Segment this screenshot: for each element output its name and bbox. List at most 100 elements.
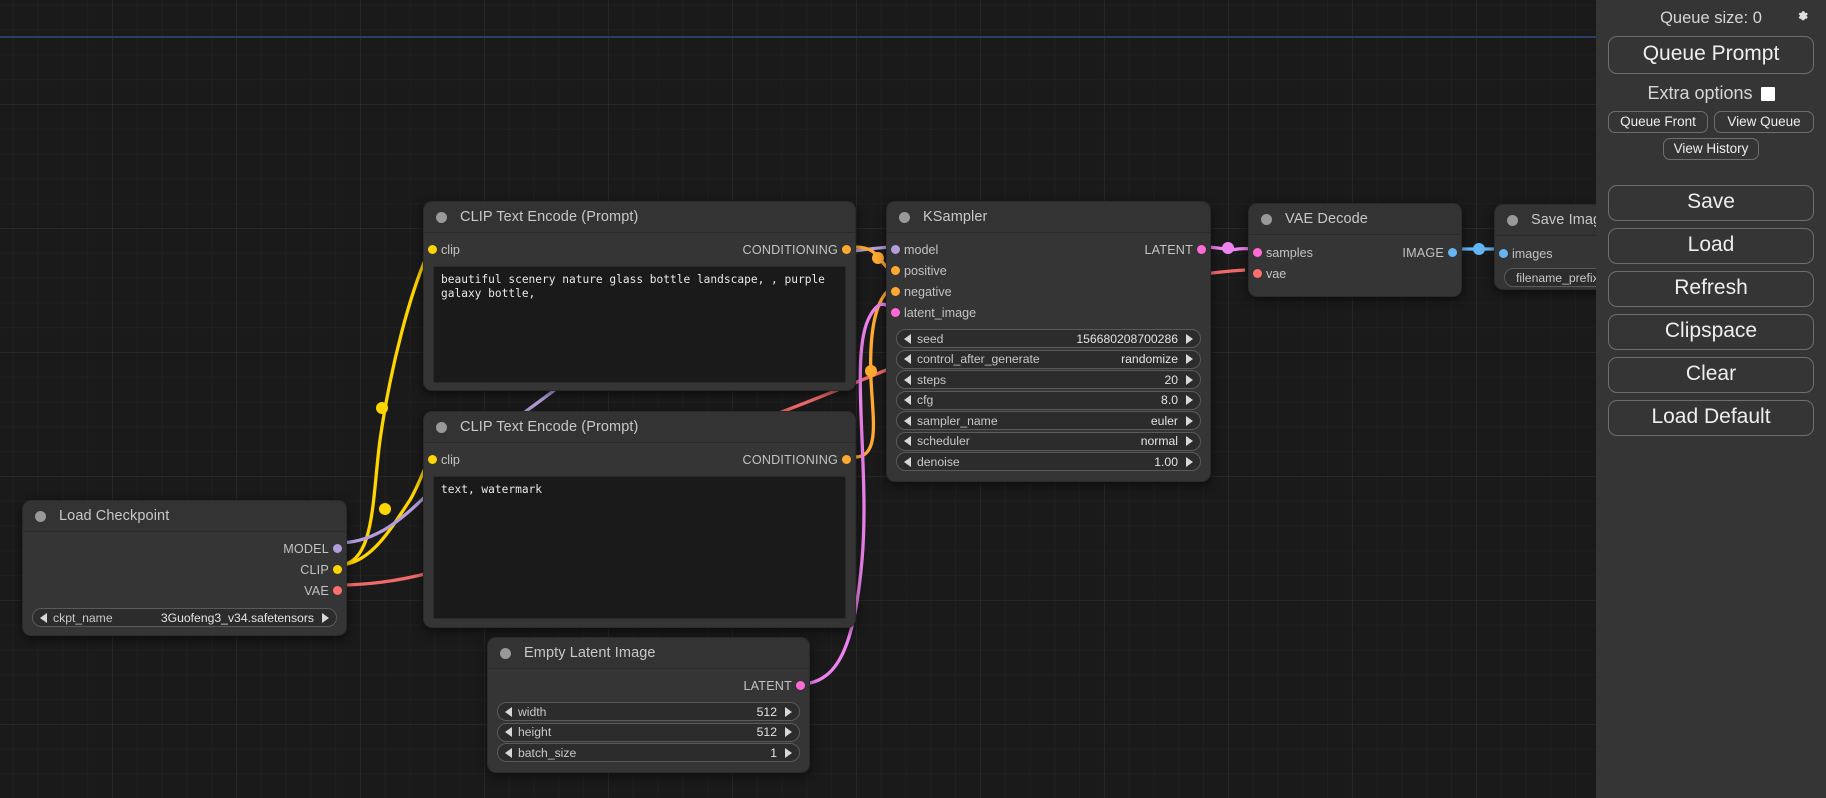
node-titlebar[interactable]: CLIP Text Encode (Prompt)	[424, 202, 855, 233]
increment-arrow-icon[interactable]	[785, 707, 792, 717]
conditioning-port-dot[interactable]	[891, 287, 900, 296]
gear-icon[interactable]	[1794, 8, 1812, 26]
conditioning-port-dot[interactable]	[842, 245, 851, 254]
node-vae-decode[interactable]: VAE Decode samples IMAGE vae	[1248, 203, 1462, 297]
image-port-dot[interactable]	[1499, 249, 1508, 258]
decrement-arrow-icon[interactable]	[40, 613, 47, 623]
increment-arrow-icon[interactable]	[1186, 416, 1193, 426]
node-clip-text-encode-positive[interactable]: CLIP Text Encode (Prompt) clip CONDITION…	[423, 201, 856, 391]
view-history-button[interactable]: View History	[1663, 138, 1760, 160]
decrement-arrow-icon[interactable]	[505, 748, 512, 758]
decrement-arrow-icon[interactable]	[505, 707, 512, 717]
output-slot-clip[interactable]: CLIP	[23, 559, 346, 580]
node-ksampler[interactable]: KSampler model LATENT positive negative	[886, 201, 1211, 482]
decrement-arrow-icon[interactable]	[904, 395, 911, 405]
image-port-dot[interactable]	[1448, 248, 1457, 257]
widget-cfg[interactable]: cfg 8.0	[896, 391, 1201, 410]
node-titlebar[interactable]: Load Checkpoint	[23, 501, 346, 532]
latent-port-dot[interactable]	[796, 681, 805, 690]
refresh-button[interactable]: Refresh	[1608, 271, 1814, 307]
queue-prompt-button[interactable]: Queue Prompt	[1608, 36, 1814, 74]
clear-button[interactable]: Clear	[1608, 357, 1814, 393]
increment-arrow-icon[interactable]	[1186, 395, 1193, 405]
latent-port-dot[interactable]	[1197, 245, 1206, 254]
model-port-dot[interactable]	[891, 245, 900, 254]
widget-batch-size[interactable]: batch_size 1	[497, 743, 800, 762]
clip-port-dot[interactable]	[428, 455, 437, 464]
node-load-checkpoint[interactable]: Load Checkpoint MODEL CLIP VAE ckpt_nam	[22, 500, 347, 636]
prompt-textarea[interactable]: text, watermark	[433, 476, 846, 619]
decrement-arrow-icon[interactable]	[904, 354, 911, 364]
widget-filename-prefix[interactable]: filename_prefix	[1504, 268, 1596, 287]
increment-arrow-icon[interactable]	[785, 748, 792, 758]
widget-ckpt-name[interactable]: ckpt_name 3Guofeng3_v34.safetensors	[32, 608, 337, 627]
input-slot-vae[interactable]: vae	[1249, 263, 1461, 284]
vae-port-dot[interactable]	[1253, 269, 1262, 278]
widget-value[interactable]: 8.0	[1161, 393, 1178, 407]
widget-value[interactable]: 512	[757, 705, 777, 719]
decrement-arrow-icon[interactable]	[904, 375, 911, 385]
node-titlebar[interactable]: VAE Decode	[1249, 204, 1461, 235]
widget-value[interactable]: 156680208700286	[1076, 332, 1178, 346]
widget-value[interactable]: 1.00	[1154, 455, 1178, 469]
output-slot-vae[interactable]: VAE	[23, 580, 346, 601]
vae-port-dot[interactable]	[333, 586, 342, 595]
widget-scheduler[interactable]: scheduler normal	[896, 432, 1201, 451]
widget-seed[interactable]: seed 156680208700286	[896, 329, 1201, 348]
widget-control-after-generate[interactable]: control_after_generate randomize	[896, 350, 1201, 369]
output-slot-latent[interactable]: LATENT	[488, 675, 809, 696]
save-button[interactable]: Save	[1608, 185, 1814, 221]
conditioning-port-dot[interactable]	[842, 455, 851, 464]
queue-front-button[interactable]: Queue Front	[1608, 111, 1708, 133]
decrement-arrow-icon[interactable]	[904, 416, 911, 426]
decrement-arrow-icon[interactable]	[904, 436, 911, 446]
conditioning-port-dot[interactable]	[891, 266, 900, 275]
increment-arrow-icon[interactable]	[1186, 334, 1193, 344]
input-slot-negative[interactable]: negative	[887, 281, 1210, 302]
widget-value[interactable]: randomize	[1121, 352, 1178, 366]
graph-canvas[interactable]: Load Checkpoint MODEL CLIP VAE ckpt_nam	[0, 0, 1596, 798]
input-slot-positive[interactable]: positive	[887, 260, 1210, 281]
widget-value[interactable]: 512	[757, 725, 777, 739]
widget-height[interactable]: height 512	[497, 723, 800, 742]
input-slot-latent-image[interactable]: latent_image	[887, 302, 1210, 323]
load-button[interactable]: Load	[1608, 228, 1814, 264]
widget-width[interactable]: width 512	[497, 702, 800, 721]
increment-arrow-icon[interactable]	[1186, 354, 1193, 364]
latent-port-dot[interactable]	[1253, 248, 1262, 257]
widget-value[interactable]: 1	[770, 746, 777, 760]
node-collapse-dot[interactable]	[1261, 214, 1272, 225]
increment-arrow-icon[interactable]	[1186, 436, 1193, 446]
widget-value[interactable]: 20	[1164, 373, 1178, 387]
widget-value[interactable]: 3Guofeng3_v34.safetensors	[161, 611, 314, 625]
node-empty-latent-image[interactable]: Empty Latent Image LATENT width 512 heig…	[487, 637, 810, 773]
widget-denoise[interactable]: denoise 1.00	[896, 452, 1201, 471]
node-collapse-dot[interactable]	[500, 648, 511, 659]
widget-sampler-name[interactable]: sampler_name euler	[896, 411, 1201, 430]
view-queue-button[interactable]: View Queue	[1714, 111, 1814, 133]
widget-steps[interactable]: steps 20	[896, 370, 1201, 389]
increment-arrow-icon[interactable]	[785, 727, 792, 737]
node-collapse-dot[interactable]	[436, 212, 447, 223]
increment-arrow-icon[interactable]	[1186, 375, 1193, 385]
clip-port-dot[interactable]	[428, 245, 437, 254]
node-titlebar[interactable]: CLIP Text Encode (Prompt)	[424, 412, 855, 443]
increment-arrow-icon[interactable]	[322, 613, 329, 623]
increment-arrow-icon[interactable]	[1186, 457, 1193, 467]
clipspace-button[interactable]: Clipspace	[1608, 314, 1814, 350]
node-save-image[interactable]: Save Image images filename_prefix	[1494, 204, 1596, 290]
load-default-button[interactable]: Load Default	[1608, 400, 1814, 436]
model-port-dot[interactable]	[333, 544, 342, 553]
input-slot-images[interactable]: images	[1495, 243, 1596, 264]
node-clip-text-encode-negative[interactable]: CLIP Text Encode (Prompt) clip CONDITION…	[423, 411, 856, 628]
decrement-arrow-icon[interactable]	[505, 727, 512, 737]
node-titlebar[interactable]: KSampler	[887, 202, 1210, 233]
decrement-arrow-icon[interactable]	[904, 457, 911, 467]
decrement-arrow-icon[interactable]	[904, 334, 911, 344]
node-collapse-dot[interactable]	[1507, 215, 1518, 226]
prompt-textarea[interactable]: beautiful scenery nature glass bottle la…	[433, 266, 846, 383]
output-slot-model[interactable]: MODEL	[23, 538, 346, 559]
node-titlebar[interactable]: Save Image	[1495, 205, 1596, 236]
widget-value[interactable]: normal	[1141, 434, 1178, 448]
extra-options-checkbox[interactable]	[1761, 87, 1775, 101]
